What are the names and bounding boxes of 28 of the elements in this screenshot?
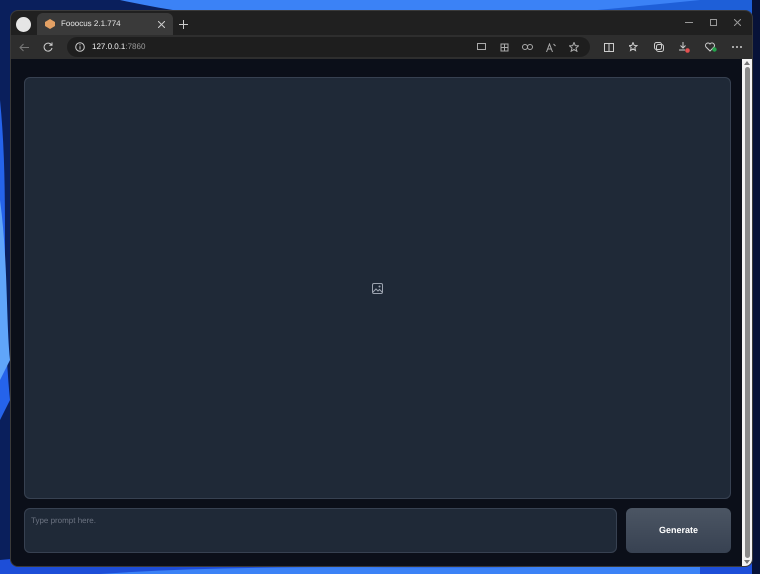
split-screen-icon[interactable] [604,42,614,52]
read-aloud-icon[interactable] [546,42,556,52]
generate-button[interactable]: Generate [626,508,731,553]
download-icon[interactable] [679,42,690,52]
scroll-down-icon[interactable] [744,560,750,564]
heart-icon[interactable] [705,42,717,52]
close-icon[interactable] [158,20,165,28]
tab-favicon-icon [45,19,55,29]
new-tab-icon[interactable] [179,20,188,29]
star-icon[interactable] [569,42,579,52]
info-icon[interactable] [75,42,85,52]
close-icon[interactable] [734,19,741,26]
tab-title: Fooocus 2.1.774 [61,18,122,30]
address-bar[interactable]: 127.0.0.1:7860 [67,37,590,57]
back-icon[interactable] [19,42,29,52]
image-icon [372,282,383,294]
scroll-up-icon[interactable] [744,61,750,65]
device-icon[interactable] [477,43,487,51]
prompt-field[interactable]: Type prompt here. [24,508,617,553]
grid-icon[interactable] [500,42,509,52]
maximize-icon[interactable] [710,19,717,26]
favorites-icon[interactable] [629,42,639,52]
profile-avatar[interactable] [16,17,31,32]
scroll-thumb[interactable] [744,67,750,558]
scrollbar[interactable] [742,59,752,566]
url-text: 127.0.0.1:7860 [92,41,146,53]
collections-icon[interactable] [654,42,664,52]
reload-icon[interactable] [43,42,53,52]
